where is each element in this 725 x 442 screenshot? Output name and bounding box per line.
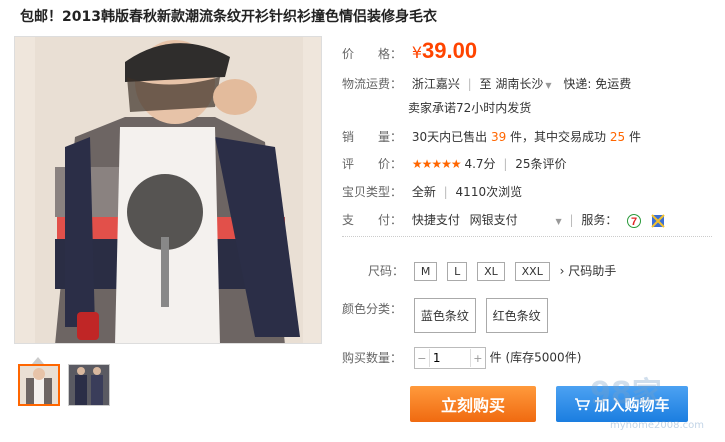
shipping-label: 物流运费： xyxy=(342,77,403,91)
separator: | xyxy=(467,77,472,91)
thumbnail-image xyxy=(69,365,109,405)
price-row: 价 格： ¥39.00 xyxy=(342,38,477,64)
svg-text:7: 7 xyxy=(631,216,637,228)
decrement-button[interactable]: − xyxy=(415,352,429,365)
product-title: 包邮！2013韩版春秋新款潮流条纹开衫针织衫撞色情侣装修身毛衣 xyxy=(20,9,437,25)
chevron-right-icon: › xyxy=(559,264,565,278)
ship-to: 湖南长沙 xyxy=(495,77,544,91)
model-photo xyxy=(15,37,321,343)
price-value: 39.00 xyxy=(422,38,478,63)
sales-row: 销 量： 30天内已售出 39 件，其中交易成功 25 件 xyxy=(342,128,641,145)
payment-row: 支 付： 快捷支付 网银支付 ▼ | 服务： 7 xyxy=(342,211,665,228)
chevron-down-icon: ▼ xyxy=(545,81,552,90)
sales-pre: 30天内已售出 xyxy=(411,130,488,144)
seven-day-return-icon[interactable]: 7 xyxy=(627,213,642,228)
ship-to-prefix: 至 xyxy=(479,77,492,91)
item-condition: 全新 xyxy=(411,185,436,199)
color-option-red[interactable]: 红色条纹 xyxy=(485,298,548,333)
item-type-label: 宝贝类型： xyxy=(342,185,403,199)
sold-count: 39 xyxy=(490,130,507,144)
sales-mid: 件，其中交易成功 xyxy=(510,130,607,144)
separator: | xyxy=(503,157,508,171)
size-option-xl[interactable]: XL xyxy=(477,262,505,281)
size-label: 尺码： xyxy=(368,264,405,278)
buy-now-button[interactable]: 立刻购买 xyxy=(410,386,536,422)
size-option-xxl[interactable]: XXL xyxy=(514,262,550,281)
item-type-row: 宝贝类型： 全新 | 4110次浏览 xyxy=(342,183,522,200)
guarantee-icon[interactable] xyxy=(651,213,665,228)
increment-button[interactable]: + xyxy=(471,352,485,365)
size-row: 尺码： M L XL XXL › 尺码助手 xyxy=(368,262,616,281)
product-main-image[interactable] xyxy=(14,36,322,344)
sales-post: 件 xyxy=(629,130,642,144)
quantity-stepper: − + xyxy=(413,347,486,369)
separator: | xyxy=(569,213,574,227)
cart-icon xyxy=(575,398,591,411)
express-fee: 快递: 免运费 xyxy=(563,77,632,91)
thumbnail-2[interactable] xyxy=(68,364,110,406)
size-helper-link[interactable]: › 尺码助手 xyxy=(560,264,617,278)
quantity-input[interactable] xyxy=(428,349,471,367)
quantity-label: 购买数量： xyxy=(342,350,403,365)
rating-row: 评 价： ★★★★★ 4.7分 | 25条评价 xyxy=(342,155,567,172)
quantity-row: 购买数量： − + 件 (库存5000件) xyxy=(342,347,581,369)
success-count: 25 xyxy=(609,130,626,144)
payment-method-1: 快捷支付 xyxy=(411,213,460,227)
reviews-link[interactable]: 25条评价 xyxy=(515,157,566,171)
size-option-l[interactable]: L xyxy=(447,262,468,281)
color-option-blue[interactable]: 蓝色条纹 xyxy=(413,298,476,333)
separator: | xyxy=(443,185,448,199)
payment-label: 支 付： xyxy=(342,213,403,227)
currency-symbol: ¥ xyxy=(411,43,423,62)
chevron-down-icon[interactable]: ▼ xyxy=(556,217,562,226)
service-label: 服务： xyxy=(581,213,618,227)
star-rating-icon: ★★★★★ xyxy=(411,157,462,171)
size-helper-text: 尺码助手 xyxy=(568,264,617,278)
view-count: 4110次浏览 xyxy=(455,185,523,199)
rating-score: 4.7分 xyxy=(464,157,496,171)
size-option-m[interactable]: M xyxy=(413,262,438,281)
color-row: 颜色分类： 蓝色条纹 红色条纹 xyxy=(342,298,554,333)
price-label: 价 格： xyxy=(342,47,403,61)
rating-label: 评 价： xyxy=(342,157,403,171)
color-label: 颜色分类： xyxy=(342,302,403,316)
thumbnail-strip xyxy=(18,364,110,406)
divider xyxy=(342,236,712,237)
thumbnail-image xyxy=(20,366,58,404)
thumbnail-1[interactable] xyxy=(18,364,60,406)
ship-to-select[interactable]: 湖南长沙 ▼ xyxy=(495,77,551,91)
shipping-row: 物流运费： 浙江嘉兴 | 至 湖南长沙 ▼ 快递: 免运费 xyxy=(342,75,631,92)
stock-text: 件 (库存5000件) xyxy=(489,350,582,365)
ship-from: 浙江嘉兴 xyxy=(411,77,460,91)
payment-method-2: 网银支付 xyxy=(469,213,518,227)
watermark-logo: 98家 xyxy=(590,376,662,411)
sales-label: 销 量： xyxy=(342,130,403,144)
ship-promise: 卖家承诺72小时内发货 xyxy=(408,101,532,115)
thumbnail-pointer xyxy=(32,357,44,364)
watermark-url: myhome2008.com xyxy=(610,420,704,431)
